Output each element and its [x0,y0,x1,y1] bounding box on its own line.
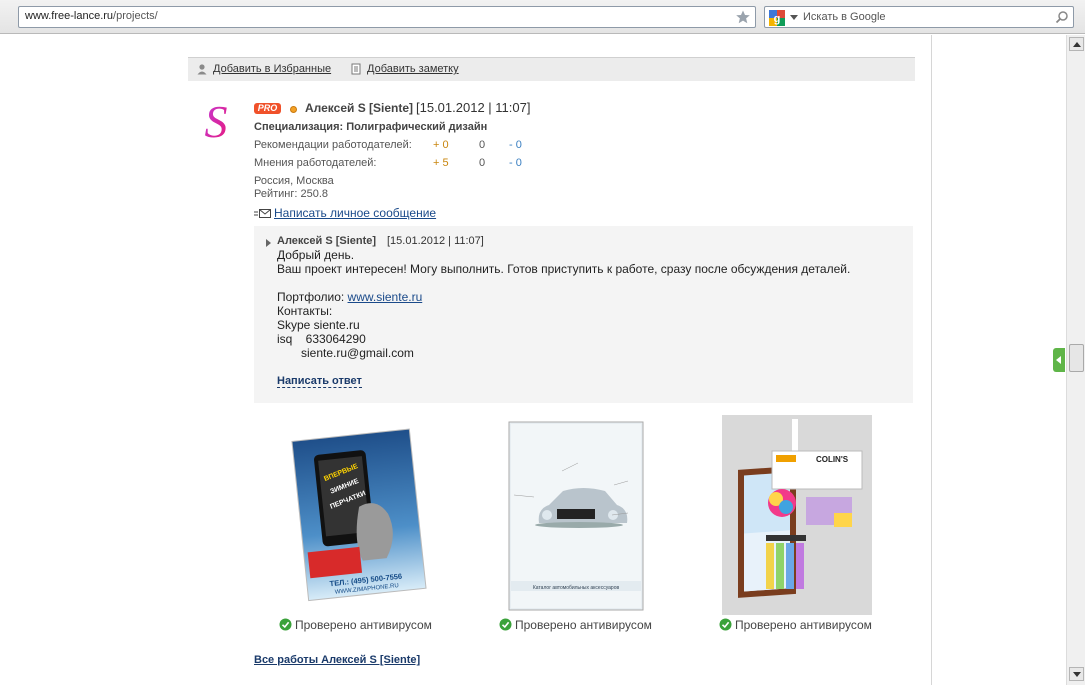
send-message-link[interactable]: Написать личное сообщение [274,206,436,220]
arrow-down-icon [1073,672,1081,677]
recommendations-positive[interactable]: + 0 [433,139,449,151]
user-icon [197,64,207,75]
scroll-down-button[interactable] [1069,667,1084,681]
catalog-caption: Каталог автомобильных аксессуаров [533,585,620,591]
antivirus-status: Проверено антивирусом [499,618,652,632]
pro-badge[interactable]: PRO [254,103,281,114]
url-text[interactable]: www.free-lance.ru/projects/ [25,10,158,22]
arrow-up-icon [1073,42,1081,47]
antivirus-status-label: Проверено антивирусом [735,618,872,632]
address-bar[interactable]: www.free-lance.ru/projects/ [18,6,756,28]
recommendations-negative[interactable]: - 0 [509,139,522,151]
opinions-positive[interactable]: + 5 [433,157,449,169]
avatar-letter: S [205,97,228,147]
write-reply-link[interactable]: Написать ответ [277,375,362,388]
antivirus-status-label: Проверено антивирусом [515,618,652,632]
contact-skype: Skype siente.ru [277,318,360,332]
reply-author[interactable]: Алексей S [Siente] [277,235,376,247]
content-divider [931,35,932,685]
antivirus-status-label: Проверено антивирусом [295,618,432,632]
colins-brand: COLIN'S [816,455,849,464]
avatar[interactable]: S [196,97,236,149]
user-name[interactable]: Алексей S [Siente] [305,101,413,115]
work-thumbnail-car-catalog[interactable]: Каталог автомобильных аксессуаров [502,415,652,615]
portfolio-label: Портфолио: [277,290,345,304]
recommendations-label: Рекомендации работодателей: [254,139,412,151]
contact-icq: isq 633064290 [277,332,366,346]
reply-greeting: Добрый день. [277,248,355,262]
page-content: Добавить в Избранные Добавить заметку S … [0,35,1066,685]
post-date: [15.01.2012 | 11:07] [416,100,531,115]
note-icon [351,63,361,75]
add-note-link[interactable]: Добавить заметку [367,63,459,75]
opinions-label: Мнения работодателей: [254,157,377,169]
online-status-dot [290,106,297,113]
recommendations-neutral[interactable]: 0 [479,139,485,151]
add-favorites-link[interactable]: Добавить в Избранные [213,63,331,75]
chevron-left-icon [1056,356,1061,364]
check-circle-icon [719,618,732,631]
specialization: Специализация: Полиграфический дизайн [254,121,488,133]
contacts-label: Контакты: [277,304,333,318]
scroll-up-button[interactable] [1069,37,1084,51]
reply-date: [15.01.2012 | 11:07] [387,235,484,247]
location: Россия, Москва [254,175,334,187]
reply-body: Ваш проект интересен! Могу выполнить. Го… [277,262,851,276]
vertical-scrollbar[interactable] [1066,35,1085,685]
work-thumbnail-phone-poster[interactable]: ВПЕРВЫЕ ЗИМНИЕ ПЕРЧАТКИ ТЕЛ.: (495) 500-… [282,415,432,615]
search-input[interactable] [803,8,1053,26]
side-panel-toggle[interactable] [1053,348,1065,372]
svg-text:g: g [774,13,781,25]
url-path: /projects/ [113,10,158,22]
portfolio-link[interactable]: www.siente.ru [348,290,423,304]
browser-toolbar: www.free-lance.ru/projects/ g [0,0,1085,34]
envelope-icon [254,209,271,218]
check-circle-icon [499,618,512,631]
url-host: www.free-lance.ru [25,10,114,22]
contact-email: siente.ru@gmail.com [301,346,414,360]
antivirus-status: Проверено антивирусом [719,618,872,632]
search-icon[interactable] [1055,10,1069,24]
search-bar[interactable]: g [764,6,1074,28]
chevron-down-icon[interactable] [789,12,799,22]
reply-box: Алексей S [Siente] [15.01.2012 | 11:07] … [254,226,913,403]
action-bar: Добавить в Избранные Добавить заметку [188,57,915,81]
scroll-thumb[interactable] [1069,344,1084,372]
collapse-arrow-icon[interactable] [266,239,271,247]
work-thumbnail-colins-display[interactable]: COLIN'S [722,415,872,615]
bookmark-star-icon[interactable] [735,9,751,25]
opinions-neutral[interactable]: 0 [479,157,485,169]
antivirus-status: Проверено антивирусом [279,618,432,632]
reply-portfolio: Портфолио: www.siente.ru [277,290,422,304]
google-icon[interactable]: g [769,10,785,26]
rating: Рейтинг: 250.8 [254,188,329,200]
all-works-link[interactable]: Все работы Алексей S [Siente] [254,654,420,666]
check-circle-icon [279,618,292,631]
opinions-negative[interactable]: - 0 [509,157,522,169]
